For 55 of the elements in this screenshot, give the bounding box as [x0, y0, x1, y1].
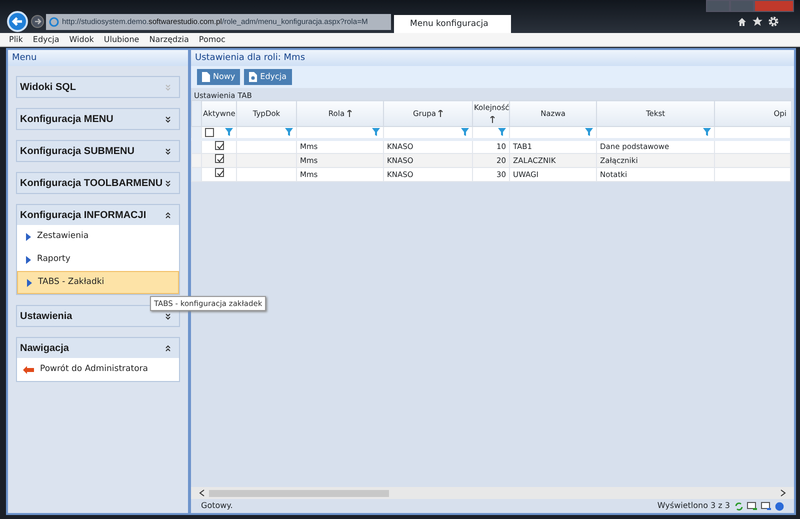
filter-icon[interactable] — [703, 128, 711, 136]
record-count: Wyświetlono 3 z 3 — [657, 500, 730, 512]
menu-item[interactable]: Widok — [69, 34, 94, 46]
section-header[interactable]: Konfiguracja INFORMACJI — [17, 205, 179, 225]
filter-icon[interactable] — [498, 128, 506, 136]
home-icon[interactable] — [737, 17, 747, 27]
section-header[interactable]: Ustawienia — [17, 306, 179, 326]
section-header[interactable]: Konfiguracja TOOLBARMENU — [17, 173, 179, 193]
refresh-icon[interactable] — [734, 502, 744, 510]
toolbar-button[interactable]: Nowy — [197, 69, 240, 85]
menu-item[interactable]: Plik — [9, 34, 23, 46]
section-header[interactable]: Konfiguracja SUBMENU — [17, 141, 179, 161]
forward-button[interactable] — [31, 15, 44, 28]
sidebar-item[interactable]: Zestawienia — [17, 225, 179, 248]
sort-arrow-icon[interactable] — [346, 110, 352, 118]
browser-tab[interactable]: Menu konfiguracja — [394, 15, 511, 33]
document-icon — [202, 72, 210, 82]
section-header[interactable]: Nawigacja — [17, 338, 179, 358]
export-icon[interactable] — [747, 502, 758, 510]
triangle-icon — [26, 256, 31, 264]
page-icon — [49, 17, 59, 27]
filter-icon[interactable] — [285, 128, 293, 136]
sidebar-item[interactable]: Raporty — [17, 248, 179, 271]
toolbar-button[interactable]: Edycja — [244, 69, 292, 85]
settings-icon[interactable] — [768, 16, 779, 27]
scrollbar-thumb[interactable] — [209, 490, 389, 496]
sidebar-item[interactable]: Powrót do Administratora — [17, 358, 179, 381]
filter-icon[interactable] — [372, 128, 380, 136]
help-icon[interactable] — [775, 502, 784, 510]
checkbox[interactable] — [214, 168, 224, 178]
triangle-icon — [26, 232, 31, 240]
import-icon[interactable] — [761, 502, 772, 510]
menu-item[interactable]: Ulubione — [104, 34, 140, 46]
arrow-icon — [23, 366, 34, 374]
menu-item[interactable]: Narzędzia — [149, 34, 189, 46]
menu-item[interactable]: Pomoc — [198, 34, 226, 46]
checkbox[interactable] — [214, 154, 224, 164]
triangle-icon — [27, 278, 32, 286]
document-gear-icon — [249, 72, 258, 82]
panel-title: Menu — [8, 50, 188, 66]
scroll-right-icon[interactable] — [780, 489, 786, 497]
panel-title: Ustawienia dla roli: Mms — [191, 50, 794, 66]
sort-arrow-icon[interactable] — [438, 110, 443, 118]
filter-icon[interactable] — [585, 128, 593, 136]
menu-item[interactable]: Edycja — [32, 34, 60, 46]
checkbox[interactable] — [205, 128, 214, 136]
filter-icon[interactable] — [461, 128, 469, 136]
sort-arrow-icon[interactable] — [490, 116, 494, 123]
filter-icon[interactable] — [225, 128, 233, 136]
sidebar-item[interactable]: TABS - Zakładki — [17, 271, 179, 294]
star-icon[interactable] — [752, 16, 763, 27]
status-text: Gotowy. — [201, 500, 233, 512]
scroll-left-icon[interactable] — [199, 489, 205, 497]
back-button[interactable] — [7, 11, 28, 32]
section-header[interactable]: Konfiguracja MENU — [17, 109, 179, 129]
